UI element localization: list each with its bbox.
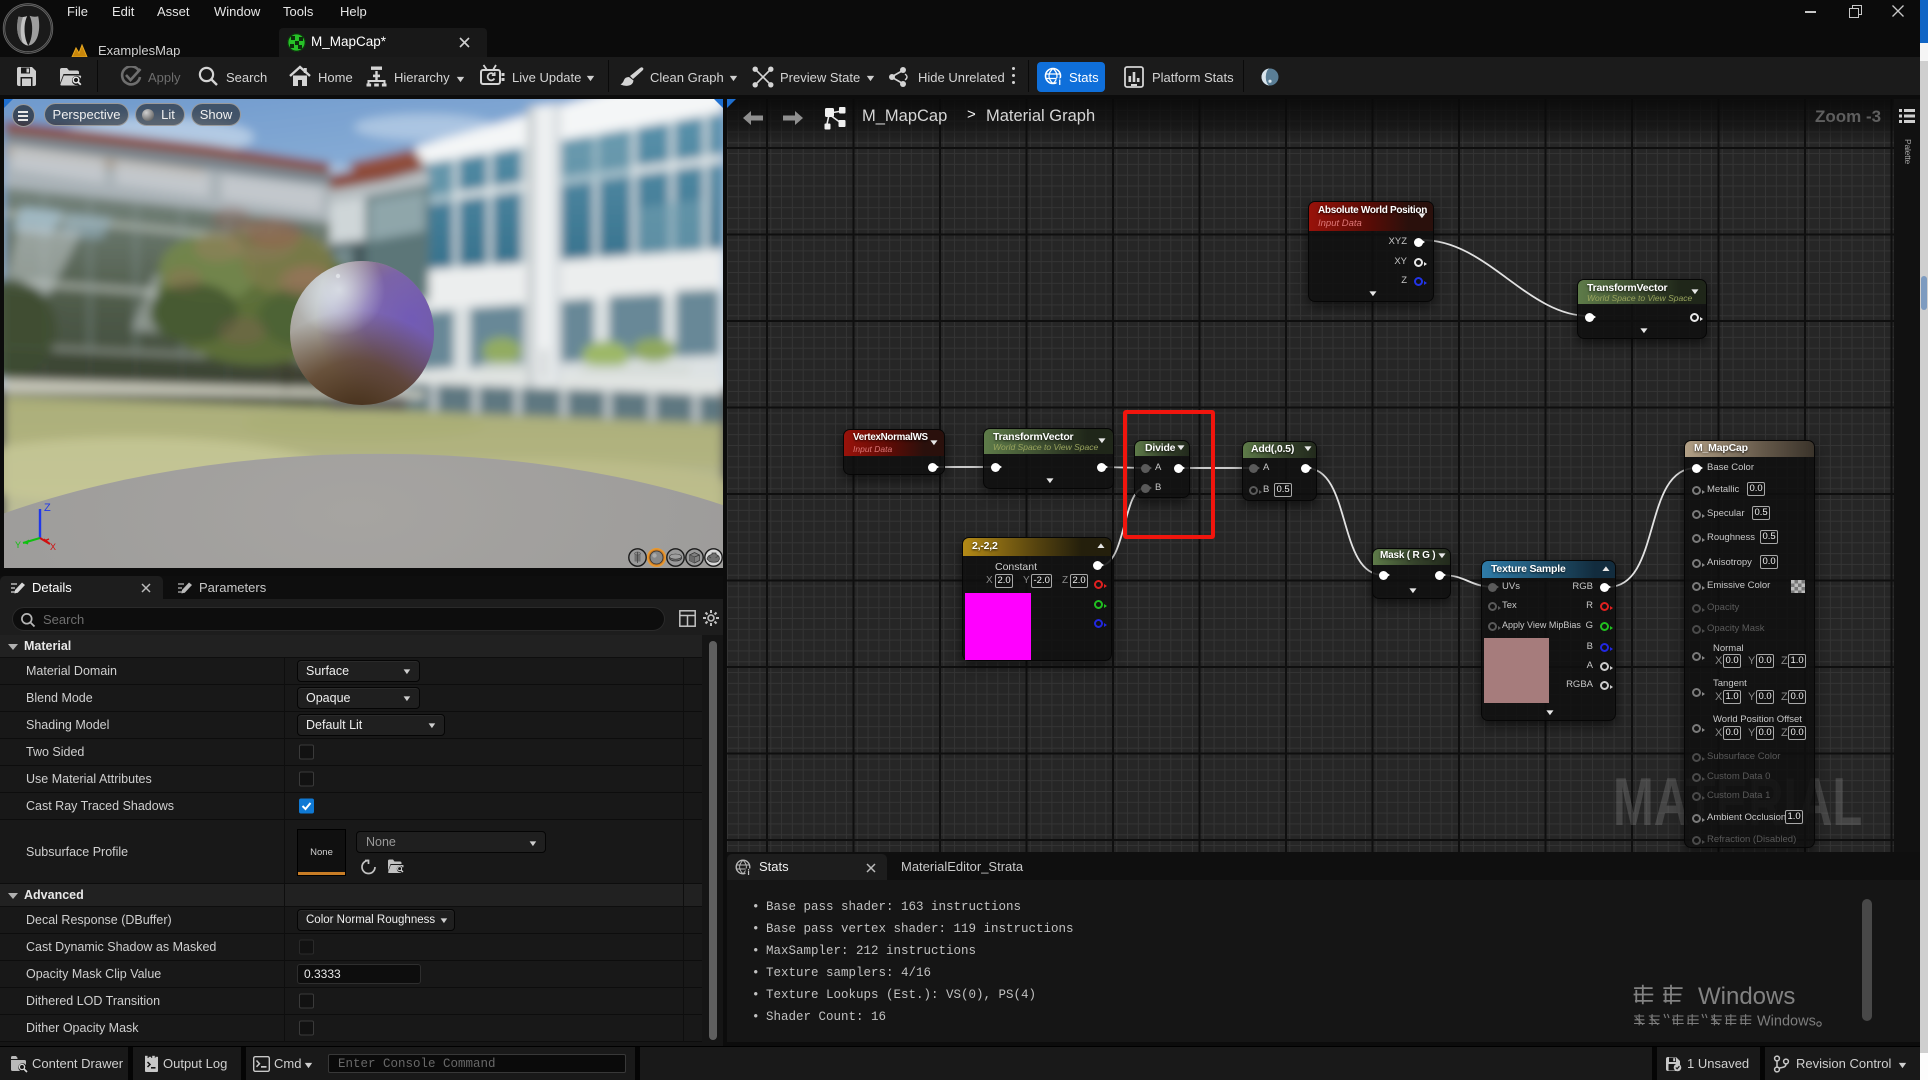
svg-text:Windows: Windows bbox=[1698, 983, 1795, 1010]
svg-text:Windows: Windows bbox=[1757, 1014, 1816, 1030]
svg-text:i: i bbox=[1059, 77, 1062, 87]
svg-text:Y: Y bbox=[15, 540, 21, 550]
svg-text:i: i bbox=[747, 867, 749, 876]
svg-text:X: X bbox=[50, 542, 56, 552]
svg-text:Z: Z bbox=[44, 502, 51, 514]
